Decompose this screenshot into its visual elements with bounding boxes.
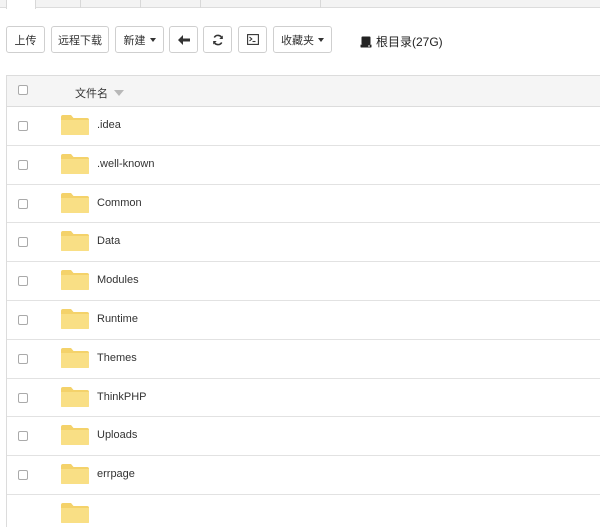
row-checkbox[interactable] xyxy=(18,159,28,170)
row-checkbox[interactable] xyxy=(18,198,28,209)
table-row[interactable]: Uploads xyxy=(7,417,600,457)
back-button[interactable] xyxy=(169,26,198,53)
table-row[interactable]: Modules xyxy=(7,262,600,301)
file-name[interactable]: .well-known xyxy=(97,158,154,170)
refresh-icon xyxy=(212,34,223,45)
table-row[interactable]: .idea xyxy=(7,107,600,146)
current-directory[interactable]: 根目录(27G) xyxy=(360,33,443,50)
table-row[interactable]: Data xyxy=(7,223,600,263)
tab-divider xyxy=(320,0,321,8)
folder-icon[interactable] xyxy=(60,114,90,136)
table-row[interactable]: ThinkPHP xyxy=(7,379,600,418)
table-row[interactable]: Runtime xyxy=(7,301,600,340)
favorites-button-label: 收藏夹 xyxy=(281,34,314,47)
terminal-icon xyxy=(246,34,259,45)
folder-icon[interactable] xyxy=(60,230,90,252)
file-name[interactable]: Themes xyxy=(97,352,137,364)
folder-icon[interactable] xyxy=(60,192,90,214)
row-checkbox[interactable] xyxy=(18,431,28,442)
file-name[interactable]: errpage xyxy=(97,468,135,480)
table-row[interactable]: Common xyxy=(7,185,600,224)
tab-active[interactable] xyxy=(6,0,36,9)
new-dropdown-button[interactable]: 新建 xyxy=(115,26,164,53)
tab-divider xyxy=(80,0,81,8)
upload-button-label: 上传 xyxy=(14,34,37,47)
folder-icon[interactable] xyxy=(60,269,90,291)
new-button-label: 新建 xyxy=(123,34,146,47)
folder-icon[interactable] xyxy=(60,424,90,446)
file-name[interactable]: Runtime xyxy=(97,313,138,325)
drive-icon xyxy=(360,36,372,47)
table-row-partial xyxy=(7,495,600,527)
chevron-down-icon xyxy=(318,37,324,42)
row-checkbox[interactable] xyxy=(18,237,28,248)
folder-icon[interactable] xyxy=(60,386,90,408)
table-body: .idea .well-known Common Data Modules Runtime… xyxy=(7,107,600,527)
row-checkbox[interactable] xyxy=(18,353,28,364)
folder-icon[interactable] xyxy=(60,308,90,330)
select-all-checkbox[interactable] xyxy=(18,85,28,95)
favorites-dropdown-button[interactable]: 收藏夹 xyxy=(273,26,332,53)
folder-icon[interactable] xyxy=(60,153,90,175)
tab-divider xyxy=(140,0,141,8)
file-name[interactable]: Uploads xyxy=(97,429,137,441)
row-checkbox[interactable] xyxy=(18,392,28,403)
folder-icon[interactable] xyxy=(60,463,90,485)
row-checkbox[interactable] xyxy=(18,314,28,325)
tab-divider xyxy=(200,0,201,8)
remote-download-button[interactable]: 远程下载 xyxy=(51,26,109,53)
upload-button[interactable]: 上传 xyxy=(6,26,45,53)
row-checkbox[interactable] xyxy=(18,276,28,287)
table-header: 文件名 xyxy=(7,76,600,107)
arrow-left-icon xyxy=(177,34,190,45)
refresh-button[interactable] xyxy=(203,26,232,53)
file-name[interactable]: ThinkPHP xyxy=(97,391,147,403)
sort-down-icon xyxy=(114,90,124,96)
chevron-down-icon xyxy=(149,37,156,42)
file-name[interactable]: Modules xyxy=(97,274,139,286)
column-header-filename-label: 文件名 xyxy=(75,88,108,100)
table-row[interactable]: Themes xyxy=(7,340,600,379)
folder-icon xyxy=(60,502,90,524)
tab-strip xyxy=(0,0,600,9)
file-name[interactable]: Common xyxy=(97,197,142,209)
table-row[interactable]: errpage xyxy=(7,456,600,495)
file-name[interactable]: .idea xyxy=(97,119,121,131)
folder-icon[interactable] xyxy=(60,347,90,369)
terminal-button[interactable] xyxy=(238,26,267,53)
row-checkbox[interactable] xyxy=(18,121,28,131)
table-row[interactable]: .well-known xyxy=(7,146,600,185)
file-name[interactable]: Data xyxy=(97,235,120,247)
toolbar: 上传 远程下载 新建 收藏夹 根目录(27G) xyxy=(0,26,600,54)
remote-download-button-label: 远程下载 xyxy=(58,34,102,47)
column-header-filename[interactable]: 文件名 xyxy=(75,85,124,101)
file-table: 文件名 .idea .well-known Common Data Modules Run… xyxy=(6,75,600,527)
row-checkbox[interactable] xyxy=(18,470,28,481)
directory-label: 根目录(27G) xyxy=(376,35,443,49)
